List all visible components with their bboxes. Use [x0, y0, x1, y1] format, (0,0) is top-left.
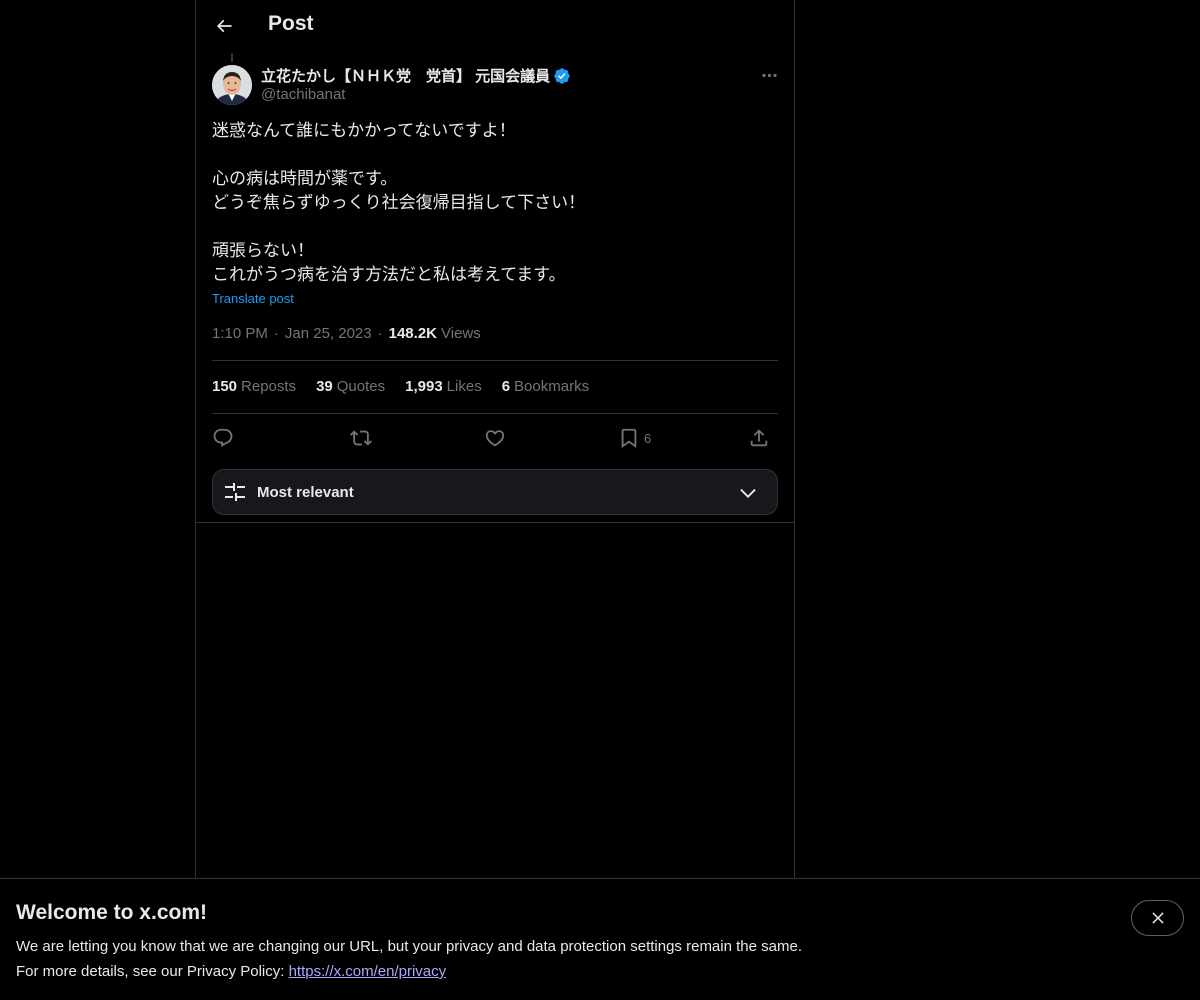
bookmarks-label: Bookmarks	[514, 378, 590, 395]
reposts-label: Reposts	[241, 378, 297, 395]
reposts-count: 150	[212, 378, 238, 395]
quotes-label: Quotes	[336, 378, 386, 395]
likes-label: Likes	[446, 378, 482, 395]
share-button[interactable]	[748, 424, 770, 452]
back-button[interactable]	[206, 8, 242, 44]
like-button[interactable]	[484, 424, 506, 452]
sort-filter-icon	[225, 483, 245, 501]
banner-message: We are letting you know that we are chan…	[16, 938, 802, 955]
reply-sort-dropdown[interactable]: Most relevant	[212, 469, 778, 515]
back-arrow-icon	[216, 19, 232, 33]
banner-close-button[interactable]	[1131, 900, 1184, 936]
bookmark-icon	[621, 428, 637, 449]
avatar[interactable]	[212, 65, 252, 105]
banner-title: Welcome to x.com!	[16, 901, 207, 924]
post-text: 迷惑なんて誰にもかかってないですよ！ 心の病は時間が薬です。 どうぞ焦らずゆっく…	[212, 121, 586, 285]
reposts-stat[interactable]: 150 Reposts	[212, 378, 296, 395]
post-date[interactable]: Jan 25, 2023	[285, 325, 372, 342]
share-icon	[750, 429, 768, 447]
more-options-button[interactable]	[756, 62, 782, 88]
banner-privacy-prefix: For more details, see our Privacy Policy…	[16, 963, 289, 980]
repost-icon	[350, 430, 372, 446]
post-actions-bar: 6	[212, 424, 778, 452]
views-label: Views	[441, 325, 481, 342]
privacy-policy-link[interactable]: https://x.com/en/privacy	[289, 963, 447, 980]
quotes-count: 39	[316, 378, 333, 395]
post-stats: 150 Reposts 39 Quotes 1,993 Likes 6 Bookmark…	[212, 378, 609, 395]
banner-privacy-line: For more details, see our Privacy Policy…	[16, 963, 446, 980]
thread-connector-line	[231, 53, 233, 62]
divider	[212, 360, 778, 361]
like-icon	[485, 430, 505, 447]
reply-button[interactable]	[212, 424, 234, 452]
separator-dot: ·	[377, 325, 383, 342]
author-handle[interactable]: @tachibanat	[261, 86, 345, 103]
page-header: Post	[196, 0, 794, 53]
author-name-text: 立花たかし【ＮＨＫ党 党首】 元国会議員	[261, 68, 551, 85]
author-display-name[interactable]: 立花たかし【ＮＨＫ党 党首】 元国会議員	[261, 65, 571, 86]
verified-badge-icon	[554, 67, 570, 84]
sort-label: Most relevant	[257, 483, 354, 501]
repost-button[interactable]	[350, 424, 372, 452]
divider	[196, 522, 794, 523]
bookmarks-stat[interactable]: 6 Bookmarks	[502, 378, 589, 395]
likes-stat[interactable]: 1,993 Likes	[405, 378, 482, 395]
primary-column: Post 立花たかし【ＮＨＫ党 党首】 元国会議員 @tachibanat 迷惑…	[195, 0, 795, 1000]
url-change-banner: Welcome to x.com! We are letting you kno…	[0, 878, 1200, 1000]
more-options-icon	[761, 73, 777, 77]
post-metadata: 1:10 PM · Jan 25, 2023 · 148.2K Views	[212, 325, 481, 342]
separator-dot: ·	[273, 325, 279, 342]
translate-post-link[interactable]: Translate post	[212, 291, 294, 306]
chevron-down-icon	[740, 488, 756, 498]
quotes-stat[interactable]: 39 Quotes	[316, 378, 385, 395]
reply-icon	[213, 428, 233, 447]
bookmarks-count: 6	[501, 378, 511, 395]
divider	[212, 413, 778, 414]
views-count: 148.2K	[388, 325, 437, 342]
page-title: Post	[268, 12, 314, 35]
close-icon	[1151, 912, 1164, 924]
avatar-image	[212, 65, 252, 105]
bookmark-count: 6	[644, 430, 652, 446]
bookmark-button[interactable]: 6	[618, 424, 651, 452]
likes-count: 1,993	[405, 378, 443, 395]
post-time[interactable]: 1:10 PM	[212, 325, 268, 342]
